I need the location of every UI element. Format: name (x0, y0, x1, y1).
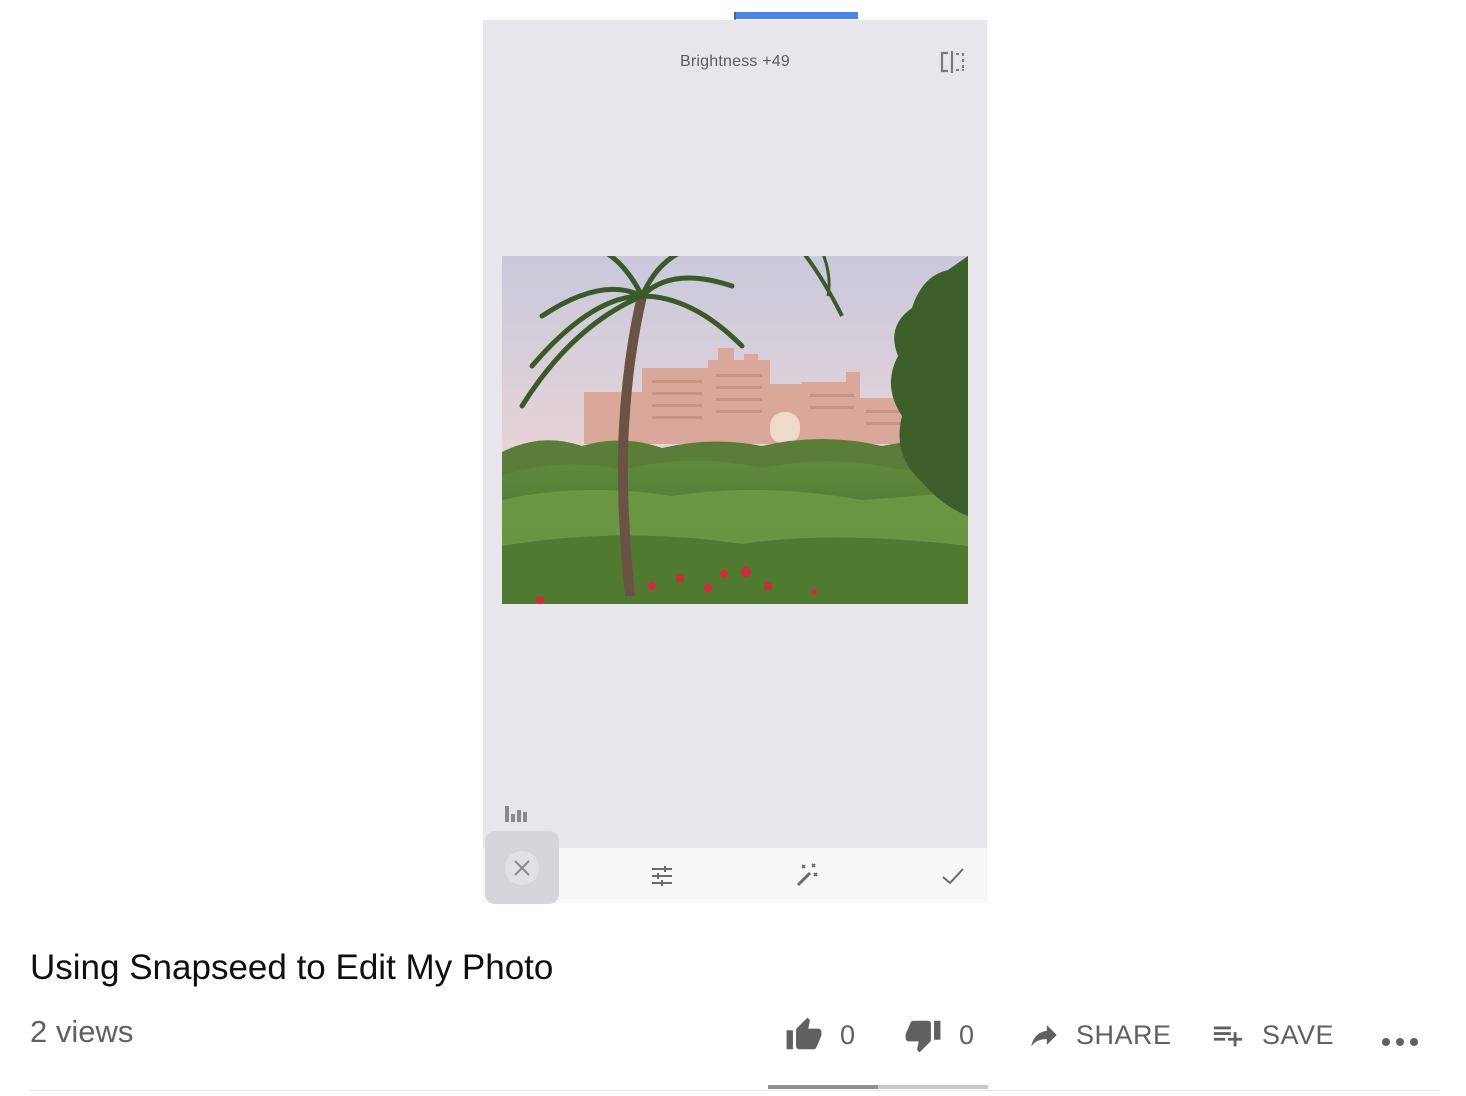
more-actions-button[interactable] (1380, 1030, 1420, 1054)
video-title: Using Snapseed to Edit My Photo (30, 948, 554, 987)
divider (30, 1090, 1440, 1091)
like-ratio-bar (768, 1085, 988, 1089)
apply-button[interactable] (917, 848, 989, 903)
scrub-indicator (734, 12, 858, 19)
histogram-icon[interactable] (503, 804, 531, 824)
share-label: SHARE (1076, 1019, 1172, 1050)
save-button[interactable]: SAVE (1210, 1018, 1334, 1052)
edited-photo (502, 256, 968, 604)
like-ratio-fill (768, 1085, 878, 1089)
like-count: 0 (840, 1019, 856, 1050)
adjust-button[interactable] (626, 848, 698, 903)
view-count: 2 views (30, 1014, 134, 1049)
sliders-icon (652, 865, 672, 886)
cancel-button[interactable] (485, 831, 559, 904)
auto-adjust-button[interactable] (771, 848, 843, 903)
video-player[interactable]: Brightness +49 (483, 20, 989, 904)
share-button[interactable]: SHARE (1026, 1018, 1172, 1052)
thumbs-up-icon (786, 1017, 822, 1050)
close-icon (514, 859, 530, 876)
edit-status-label: Brightness +49 (680, 53, 790, 70)
share-arrow-icon (1031, 1025, 1057, 1047)
dislike-button[interactable]: 0 (903, 1016, 975, 1054)
dislike-count: 0 (959, 1019, 975, 1050)
save-label: SAVE (1262, 1019, 1335, 1050)
playlist-add-icon (1213, 1026, 1243, 1047)
more-horizontal-icon (1382, 1038, 1418, 1046)
magic-wand-icon (796, 862, 818, 886)
compare-icon[interactable] (939, 50, 967, 74)
thumbs-down-icon (905, 1020, 941, 1053)
check-icon (942, 867, 964, 884)
edit-toolbar (483, 831, 989, 904)
like-button[interactable]: 0 (784, 1016, 856, 1054)
